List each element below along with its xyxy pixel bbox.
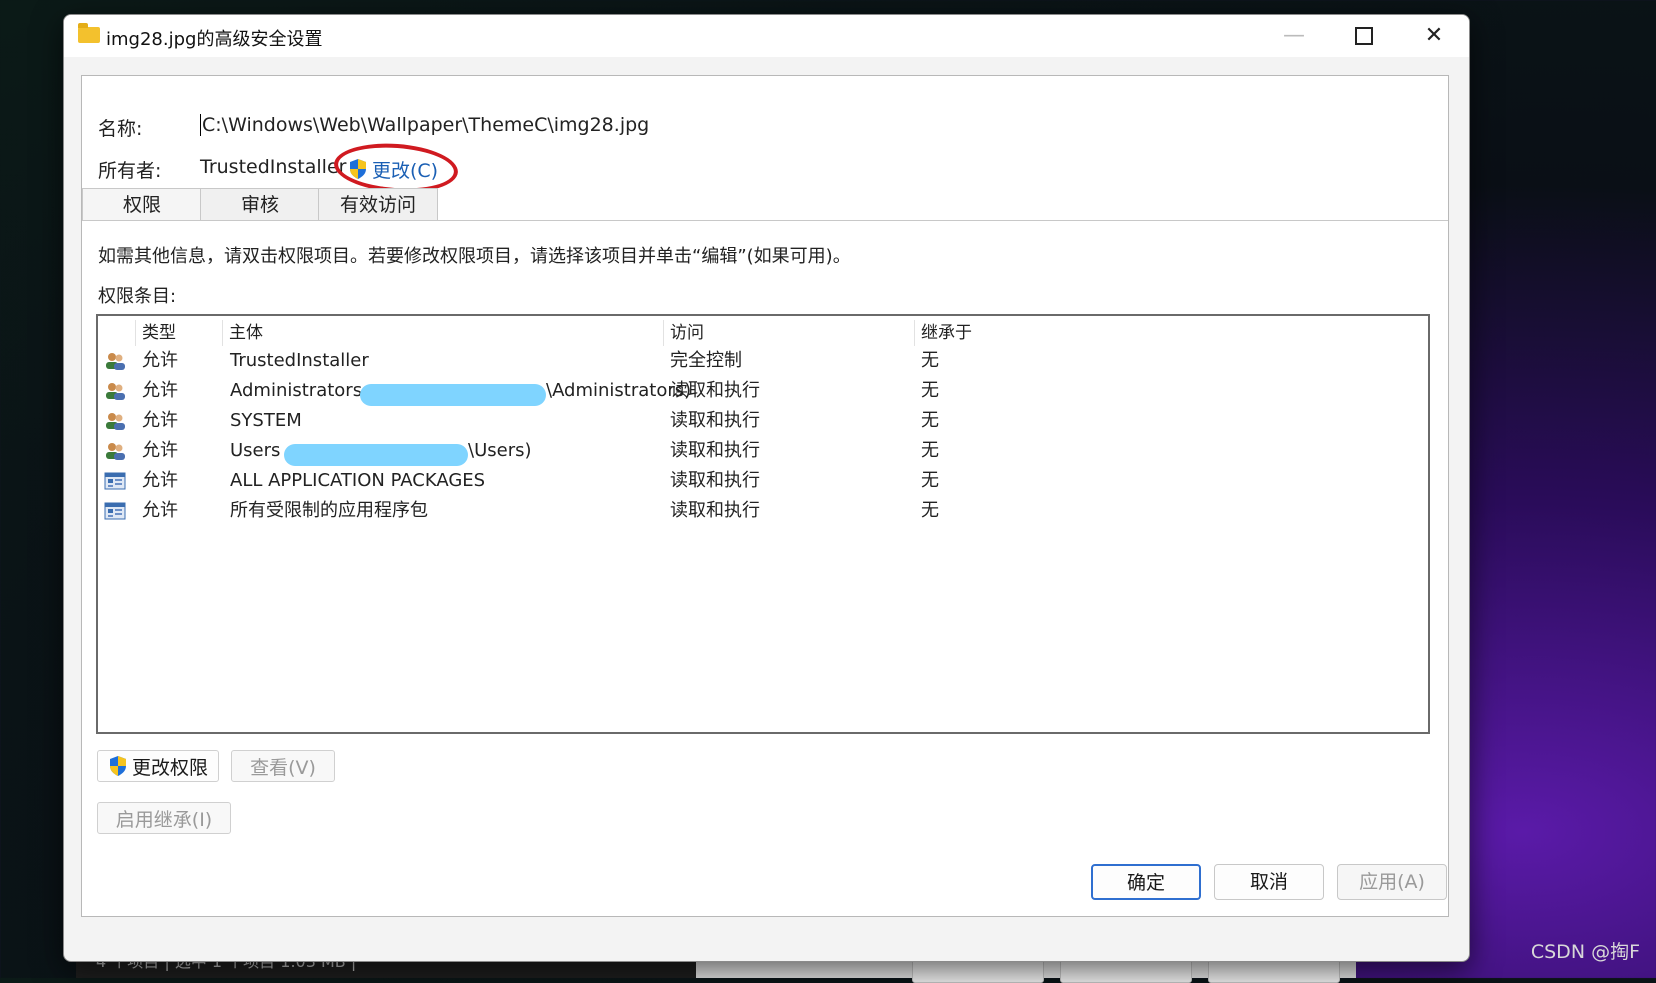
table-row[interactable]: 允许 TrustedInstaller 完全控制 无	[98, 346, 1428, 376]
change-owner-link[interactable]: 更改(C)	[332, 139, 462, 197]
users-group-icon	[106, 443, 125, 460]
row-access: 读取和执行	[670, 410, 760, 431]
app-package-icon	[104, 502, 126, 520]
row-access: 读取和执行	[670, 470, 760, 491]
row-principal: ALL APPLICATION PACKAGES	[230, 470, 486, 491]
tab-permissions[interactable]: 权限	[82, 188, 202, 220]
change-permissions-label: 更改权限	[131, 756, 208, 779]
window-title: img28.jpg的高级安全设置	[106, 29, 323, 50]
users-group-icon	[106, 353, 125, 370]
row-access: 读取和执行	[670, 380, 760, 401]
view-button[interactable]: 查看(V)	[231, 750, 335, 782]
permission-entries-label: 权限条目:	[98, 286, 177, 307]
row-type: 允许	[142, 440, 178, 461]
name-label: 名称:	[98, 118, 143, 140]
redaction-mark	[360, 384, 546, 406]
cancel-button[interactable]: 取消	[1214, 864, 1324, 900]
list-header: 类型 主体 访问 继承于	[98, 316, 1428, 346]
row-principal: Users	[230, 440, 281, 461]
table-row[interactable]: 允许 Administrators \Administrators) 读取和执行…	[98, 376, 1428, 406]
row-access: 读取和执行	[670, 500, 760, 521]
ok-button[interactable]: 确定	[1091, 864, 1201, 900]
row-principal: TrustedInstaller	[230, 350, 369, 371]
column-header-principal[interactable]: 主体	[222, 320, 659, 346]
uac-shield-icon	[108, 755, 128, 777]
tab-strip: 权限 审核 有效访问	[82, 188, 1448, 221]
row-access: 读取和执行	[670, 440, 760, 461]
change-permissions-button[interactable]: 更改权限	[97, 750, 219, 782]
row-inherited: 无	[921, 500, 939, 521]
column-header-access[interactable]: 访问	[663, 320, 910, 346]
advanced-security-dialog: img28.jpg的高级安全设置 — ✕ 名称: C:\Windows\Web\…	[63, 14, 1470, 962]
users-group-icon	[106, 413, 125, 430]
tab-auditing[interactable]: 审核	[200, 188, 320, 220]
folder-icon	[78, 23, 100, 43]
column-header-type[interactable]: 类型	[135, 320, 222, 346]
row-principal: Administrators	[230, 380, 363, 401]
minimize-button[interactable]: —	[1259, 15, 1329, 57]
permission-entries-list[interactable]: 类型 主体 访问 继承于 允许 TrustedInstaller 完全控制 无 …	[96, 314, 1430, 734]
content-panel: 名称: C:\Windows\Web\Wallpaper\ThemeC\img2…	[81, 75, 1449, 917]
row-inherited: 无	[921, 350, 939, 371]
row-type: 允许	[142, 350, 178, 371]
row-type: 允许	[142, 410, 178, 431]
title-bar[interactable]: img28.jpg的高级安全设置 — ✕	[64, 15, 1469, 57]
row-principal: 所有受限制的应用程序包	[230, 500, 428, 521]
maximize-button[interactable]	[1329, 15, 1399, 57]
owner-name: TrustedInstaller	[200, 156, 347, 178]
row-type: 允许	[142, 500, 178, 521]
redaction-mark	[284, 444, 468, 466]
users-group-icon	[106, 383, 125, 400]
app-package-icon	[104, 472, 126, 490]
maximize-icon	[1355, 27, 1373, 45]
object-path[interactable]: C:\Windows\Web\Wallpaper\ThemeC\img28.jp…	[200, 114, 649, 136]
table-row[interactable]: 允许 所有受限制的应用程序包 读取和执行 无	[98, 496, 1428, 526]
row-inherited: 无	[921, 380, 939, 401]
owner-label: 所有者:	[98, 160, 162, 182]
column-header-inherited[interactable]: 继承于	[914, 320, 1121, 346]
row-inherited: 无	[921, 410, 939, 431]
close-button[interactable]: ✕	[1399, 15, 1469, 57]
table-row[interactable]: 允许 Users \Users) 读取和执行 无	[98, 436, 1428, 466]
apply-button[interactable]: 应用(A)	[1337, 864, 1447, 900]
enable-inheritance-button[interactable]: 启用继承(I)	[97, 802, 231, 834]
row-type: 允许	[142, 380, 178, 401]
row-inherited: 无	[921, 470, 939, 491]
watermark: CSDN @掏F	[1530, 941, 1640, 963]
table-row[interactable]: 允许 ALL APPLICATION PACKAGES 读取和执行 无	[98, 466, 1428, 496]
table-row[interactable]: 允许 SYSTEM 读取和执行 无	[98, 406, 1428, 436]
help-text: 如需其他信息，请双击权限项目。若要修改权限项目，请选择该项目并单击“编辑”(如果…	[98, 246, 851, 267]
row-type: 允许	[142, 470, 178, 491]
uac-shield-icon	[348, 158, 368, 180]
row-inherited: 无	[921, 440, 939, 461]
tab-effective-access[interactable]: 有效访问	[318, 188, 438, 220]
row-access: 完全控制	[670, 350, 742, 371]
row-principal-suffix: \Users)	[468, 440, 532, 461]
row-principal: SYSTEM	[230, 410, 302, 431]
